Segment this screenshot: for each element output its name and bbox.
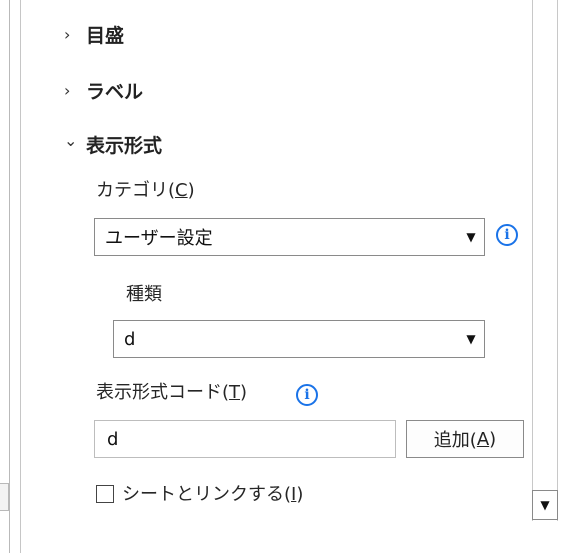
- category-dropdown[interactable]: ユーザー設定 ▼: [94, 218, 485, 256]
- add-format-button[interactable]: 追加(A): [406, 420, 524, 458]
- chevron-right-icon: ›: [64, 24, 71, 44]
- section-number-format-label: 表示形式: [86, 134, 163, 157]
- add-button-mnemonic: A: [476, 428, 490, 450]
- format-code-info-icon[interactable]: i: [296, 384, 318, 406]
- chevron-right-icon: ›: [64, 80, 71, 100]
- category-label-suffix: ): [187, 180, 195, 201]
- scroll-down-button[interactable]: ▼: [532, 490, 558, 520]
- section-tick-marks[interactable]: › 目盛: [64, 20, 124, 48]
- category-mnemonic: C: [175, 180, 188, 201]
- chevron-down-icon: ⌄: [64, 130, 78, 150]
- format-code-mnemonic: T: [229, 382, 241, 403]
- link-to-source-label-suffix: ): [296, 484, 304, 505]
- type-dropdown[interactable]: d ▼: [113, 320, 485, 358]
- format-code-label-text: 表示形式コード(: [96, 382, 230, 403]
- type-label: 種類: [126, 284, 162, 305]
- format-code-label-suffix: ): [240, 382, 248, 403]
- dropdown-arrow-icon: ▼: [466, 230, 476, 244]
- category-info-icon[interactable]: i: [496, 224, 518, 246]
- category-label: カテゴリ(C): [96, 176, 195, 202]
- link-to-source-label-text: シートとリンクする(: [122, 484, 292, 505]
- section-tick-marks-label: 目盛: [86, 24, 125, 47]
- section-number-format[interactable]: ⌄ 表示形式: [64, 130, 162, 158]
- type-selected-value: d: [124, 328, 136, 350]
- category-selected-value: ユーザー設定: [105, 228, 213, 249]
- section-labels[interactable]: › ラベル: [64, 76, 143, 104]
- add-button-suffix: ): [489, 428, 497, 450]
- add-button-label: 追加(: [433, 430, 477, 451]
- vertical-scrollbar[interactable]: [532, 0, 558, 521]
- left-pane-divider: [9, 0, 13, 553]
- format-code-input[interactable]: d: [94, 420, 396, 458]
- link-to-source-checkbox[interactable]: [96, 485, 114, 503]
- section-labels-label: ラベル: [86, 80, 144, 103]
- format-code-label: 表示形式コード(T): [96, 378, 247, 404]
- link-to-source-label[interactable]: シートとリンクする(I): [122, 480, 303, 506]
- scroll-down-arrow-icon: ▼: [540, 498, 550, 512]
- category-label-text: カテゴリ(: [96, 180, 176, 201]
- left-pane-stub: [0, 483, 9, 511]
- dropdown-arrow-icon: ▼: [466, 332, 476, 346]
